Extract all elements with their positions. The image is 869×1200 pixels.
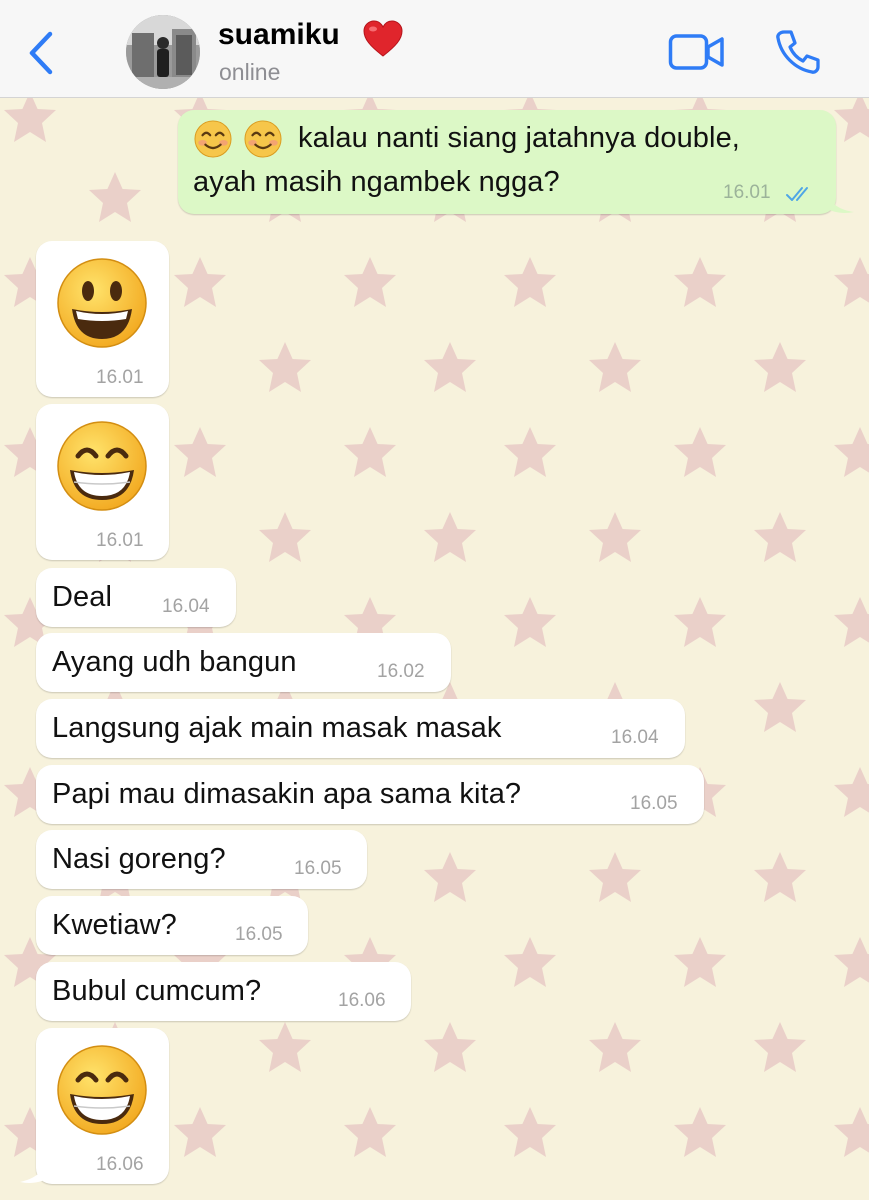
message-text: Papi mau dimasakin apa sama kita? [52, 778, 522, 810]
grinning-face-smiling-eyes-emoji [57, 1045, 147, 1135]
incoming-message-bubble[interactable]: Ayang udh bangun 16.02 [36, 633, 451, 692]
smiling-face-emoji [244, 120, 282, 158]
back-chevron-icon[interactable] [26, 30, 56, 76]
chat-header: suamiku online [0, 0, 869, 98]
message-time: 16.01 [96, 367, 144, 388]
incoming-message-bubble[interactable]: Deal 16.04 [36, 568, 236, 627]
grinning-face-smiling-eyes-emoji [57, 421, 147, 511]
message-text: Bubul cumcum? [52, 975, 262, 1007]
read-receipt-icon [786, 187, 808, 201]
message-text: Ayang udh bangun [52, 646, 297, 678]
message-text: ayah masih ngambek ngga? [193, 166, 560, 198]
incoming-message-bubble[interactable]: Kwetiaw? 16.05 [36, 896, 308, 955]
smiling-face-emoji [194, 120, 232, 158]
message-text: Nasi goreng? [52, 843, 226, 875]
message-time: 16.02 [377, 661, 425, 682]
heart-emoji-icon [363, 20, 403, 57]
message-time: 16.06 [96, 1154, 144, 1175]
message-time: 16.06 [338, 990, 386, 1011]
incoming-message-bubble[interactable]: Langsung ajak main masak masak 16.04 [36, 699, 685, 758]
video-call-icon[interactable] [668, 32, 726, 72]
avatar-photo [126, 15, 200, 89]
message-time: 16.05 [630, 793, 678, 814]
message-time: 16.04 [611, 727, 659, 748]
incoming-emoji-message[interactable]: 16.01 [36, 404, 169, 560]
incoming-message-bubble[interactable]: Papi mau dimasakin apa sama kita? 16.05 [36, 765, 704, 824]
bubble-tail [826, 192, 854, 213]
message-time: 16.05 [294, 858, 342, 879]
contact-status: online [219, 59, 281, 85]
message-text: kalau nanti siang jatahnya double, [298, 122, 740, 154]
bubble-tail [20, 1160, 48, 1183]
message-time: 16.04 [162, 596, 210, 617]
message-text: Kwetiaw? [52, 909, 177, 941]
incoming-emoji-message[interactable]: 16.06 [36, 1028, 169, 1184]
message-time: 16.01 [96, 530, 144, 551]
message-time: 16.05 [235, 924, 283, 945]
message-text: Langsung ajak main masak masak [52, 712, 502, 744]
incoming-message-bubble[interactable]: Nasi goreng? 16.05 [36, 830, 367, 889]
grinning-face-big-eyes-emoji [57, 258, 147, 348]
message-time: 16.01 [723, 182, 771, 203]
outgoing-message-bubble[interactable]: kalau nanti siang jatahnya double, ayah … [178, 110, 836, 214]
contact-avatar[interactable] [126, 15, 200, 89]
contact-name[interactable]: suamiku [218, 18, 340, 52]
incoming-emoji-message[interactable]: 16.01 [36, 241, 169, 397]
incoming-message-bubble[interactable]: Bubul cumcum? 16.06 [36, 962, 411, 1021]
message-text: Deal [52, 581, 113, 613]
phone-call-icon[interactable] [774, 28, 822, 76]
